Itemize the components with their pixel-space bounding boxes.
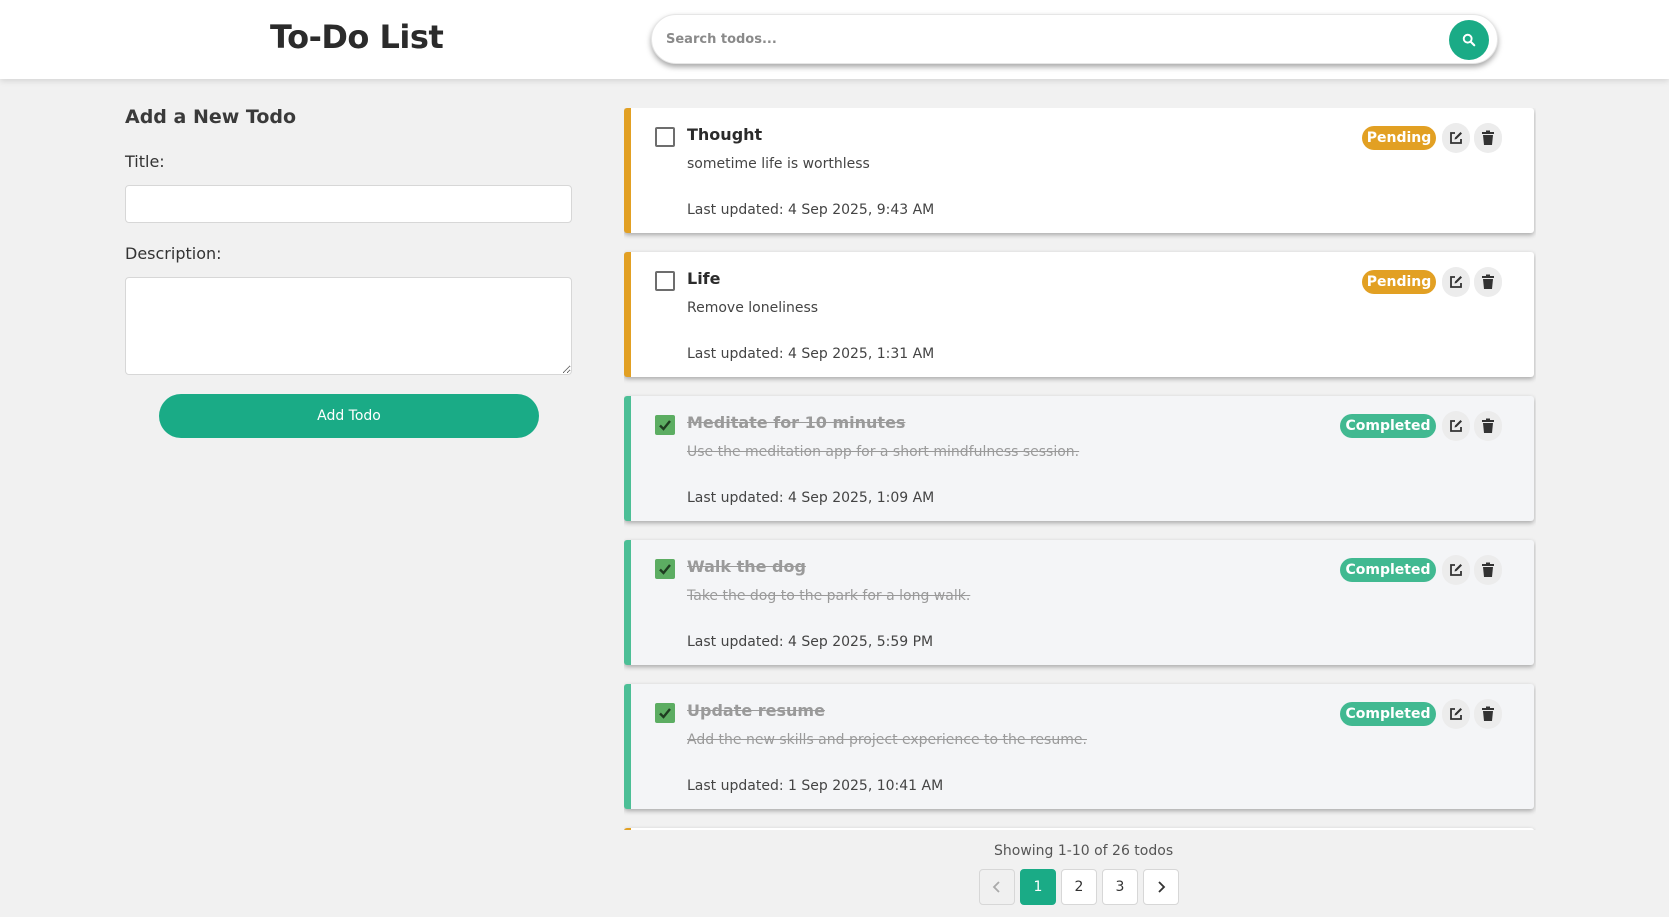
edit-icon [1450, 564, 1462, 576]
todo-card: Thought sometime life is worthless Last … [624, 108, 1534, 233]
chevron-right-icon [1158, 881, 1166, 893]
status-badge: Completed [1340, 702, 1436, 726]
todo-title: Thought [687, 125, 763, 144]
edit-icon [1450, 276, 1462, 288]
todo-timestamp: Last updated: 4 Sep 2025, 1:31 AM [687, 346, 935, 362]
search-box [651, 14, 1498, 64]
todo-card: Walk the dog Take the dog to the park fo… [624, 540, 1534, 665]
todo-card: Meditate for 10 minutes Use the meditati… [624, 396, 1534, 521]
check-icon [659, 708, 671, 719]
check-icon [659, 420, 671, 431]
app-header: To-Do List [0, 0, 1669, 79]
trash-icon [1482, 418, 1494, 433]
todo-timestamp: Last updated: 4 Sep 2025, 9:43 AM [687, 202, 935, 218]
prev-page-button[interactable] [979, 869, 1015, 905]
next-page-button[interactable] [1143, 869, 1179, 905]
search-button[interactable] [1449, 20, 1489, 60]
todo-title: Update resume [687, 701, 825, 720]
todo-card-partial [624, 828, 1534, 830]
edit-icon [1450, 132, 1462, 144]
todo-title: Walk the dog [687, 557, 806, 576]
description-label: Description: [125, 244, 222, 263]
delete-button[interactable] [1474, 411, 1502, 441]
edit-button[interactable] [1442, 411, 1470, 441]
status-badge: Pending [1362, 126, 1436, 150]
todo-description: Remove loneliness [687, 300, 819, 316]
delete-button[interactable] [1474, 123, 1502, 153]
edit-button[interactable] [1442, 123, 1470, 153]
status-badge: Completed [1340, 558, 1436, 582]
todo-card: Update resume Add the new skills and pro… [624, 684, 1534, 809]
trash-icon [1482, 274, 1494, 289]
todo-timestamp: Last updated: 1 Sep 2025, 10:41 AM [687, 778, 944, 794]
todo-list: Thought sometime life is worthless Last … [624, 108, 1536, 830]
page-button-1[interactable]: 1 [1020, 869, 1056, 905]
todo-description: Take the dog to the park for a long walk… [687, 588, 971, 604]
page-button-3[interactable]: 3 [1102, 869, 1138, 905]
search-input[interactable] [666, 24, 1426, 54]
todo-checkbox[interactable] [655, 415, 675, 435]
edit-icon [1450, 420, 1462, 432]
status-badge: Completed [1340, 414, 1436, 438]
trash-icon [1482, 562, 1494, 577]
todo-description: sometime life is worthless [687, 156, 870, 172]
todo-checkbox[interactable] [655, 703, 675, 723]
edit-button[interactable] [1442, 555, 1470, 585]
todo-checkbox[interactable] [655, 127, 675, 147]
delete-button[interactable] [1474, 699, 1502, 729]
edit-icon [1450, 708, 1462, 720]
todo-checkbox[interactable] [655, 271, 675, 291]
edit-button[interactable] [1442, 267, 1470, 297]
add-todo-button[interactable]: Add Todo [159, 394, 539, 438]
pagination-info: Showing 1-10 of 26 todos [994, 843, 1174, 859]
title-field[interactable] [125, 185, 572, 223]
page-button-2[interactable]: 2 [1061, 869, 1097, 905]
status-badge: Pending [1362, 270, 1436, 294]
check-icon [659, 564, 671, 575]
trash-icon [1482, 130, 1494, 145]
app-title: To-Do List [270, 18, 444, 56]
delete-button[interactable] [1474, 267, 1502, 297]
todo-timestamp: Last updated: 4 Sep 2025, 5:59 PM [687, 634, 934, 650]
form-heading: Add a New Todo [125, 106, 297, 128]
trash-icon [1482, 706, 1494, 721]
todo-description: Add the new skills and project experienc… [687, 732, 1087, 748]
description-field[interactable] [125, 277, 572, 375]
todo-timestamp: Last updated: 4 Sep 2025, 1:09 AM [687, 490, 935, 506]
edit-button[interactable] [1442, 699, 1470, 729]
todo-checkbox[interactable] [655, 559, 675, 579]
todo-title: Life [687, 269, 721, 288]
search-icon [1462, 33, 1476, 47]
todo-title: Meditate for 10 minutes [687, 413, 906, 432]
chevron-left-icon [992, 881, 1000, 893]
title-label: Title: [125, 152, 165, 171]
todo-card: Life Remove loneliness Last updated: 4 S… [624, 252, 1534, 377]
delete-button[interactable] [1474, 555, 1502, 585]
todo-description: Use the meditation app for a short mindf… [687, 444, 1080, 460]
